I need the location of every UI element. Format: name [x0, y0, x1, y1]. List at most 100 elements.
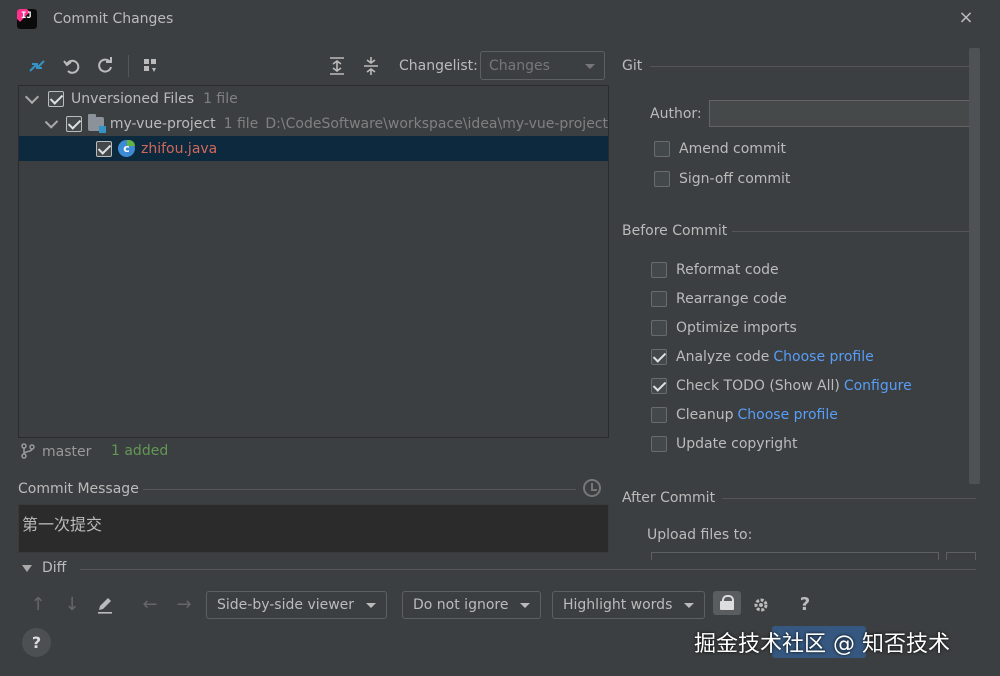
branch-name[interactable]: master [42, 444, 91, 460]
java-class-icon: c [118, 140, 135, 157]
history-icon[interactable] [583, 479, 601, 497]
title-bar: IJ Commit Changes × [0, 0, 1000, 40]
analyze-code-checkbox[interactable] [651, 349, 667, 365]
rearrange-code-checkbox[interactable] [651, 291, 667, 307]
upload-target-dropdown[interactable] [651, 552, 939, 560]
signoff-commit-checkbox[interactable] [654, 171, 670, 187]
divider [722, 498, 976, 499]
update-copyright-checkbox[interactable] [651, 436, 667, 452]
rearrange-code-label: Rearrange code [676, 291, 787, 307]
chevron-down-icon[interactable] [22, 564, 32, 572]
highlight-mode-dropdown[interactable]: Highlight words [552, 591, 706, 619]
amend-commit-checkbox[interactable] [654, 141, 670, 157]
intellij-logo-icon: IJ [17, 9, 37, 29]
folder-checkbox[interactable] [66, 115, 83, 132]
tree-node-unversioned[interactable]: Unversioned Files 1 file [19, 86, 608, 111]
changelist-dropdown[interactable]: Changes [480, 51, 605, 80]
tree-node-folder[interactable]: my-vue-project 1 file D:\CodeSoftware\wo… [19, 111, 608, 136]
window-title: Commit Changes [53, 11, 174, 27]
cleanup-choose-profile-link[interactable]: Choose profile [738, 407, 838, 423]
file-checkbox[interactable] [96, 140, 112, 157]
changelist-label: Changelist: [399, 58, 478, 74]
option-optimize-imports[interactable]: Optimize imports [651, 320, 797, 336]
viewer-mode-value: Side-by-side viewer [217, 597, 355, 613]
divider [650, 66, 976, 67]
divider [80, 569, 976, 570]
ignore-whitespace-value: Do not ignore [413, 597, 509, 613]
git-section-title: Git [622, 58, 643, 74]
option-update-copyright[interactable]: Update copyright [651, 436, 797, 452]
check-todo-checkbox[interactable] [651, 378, 667, 394]
arrow-up-icon[interactable]: ↑ [29, 596, 47, 614]
analyze-code-label: Analyze code [676, 349, 770, 365]
chevron-down-icon [366, 602, 377, 608]
diff-toggle[interactable]: Diff [22, 560, 66, 576]
toolbar-separator [128, 55, 129, 77]
analyze-choose-profile-link[interactable]: Choose profile [773, 349, 873, 365]
refresh-icon[interactable] [95, 56, 115, 76]
branch-icon[interactable] [21, 443, 35, 459]
cleanup-checkbox[interactable] [651, 407, 667, 423]
help-button[interactable]: ? [22, 628, 51, 657]
unversioned-label: Unversioned Files [71, 90, 195, 107]
amend-commit-option[interactable]: Amend commit [654, 141, 786, 157]
check-todo-label: Check TODO (Show All) [676, 378, 840, 394]
option-reformat-code[interactable]: Reformat code [651, 262, 779, 278]
commit-message-label: Commit Message [18, 481, 139, 497]
viewer-mode-dropdown[interactable]: Side-by-side viewer [206, 591, 388, 619]
chevron-down-icon[interactable] [45, 114, 59, 129]
lock-icon[interactable] [713, 591, 741, 615]
tree-node-file[interactable]: c zhifou.java [19, 136, 608, 161]
unversioned-count: 1 file [203, 90, 238, 107]
gear-icon[interactable] [752, 596, 770, 614]
divider [732, 231, 976, 232]
arrow-right-icon[interactable]: → [175, 596, 193, 614]
before-commit-title: Before Commit [622, 223, 728, 239]
ignore-whitespace-dropdown[interactable]: Do not ignore [402, 591, 542, 619]
chevron-down-icon [585, 64, 595, 69]
option-analyze-code[interactable]: Analyze code Choose profile [651, 349, 874, 365]
update-copyright-label: Update copyright [676, 436, 798, 452]
author-input[interactable] [709, 100, 974, 127]
option-rearrange-code[interactable]: Rearrange code [651, 291, 787, 307]
amend-commit-label: Amend commit [679, 141, 786, 157]
commit-message-input[interactable]: 第一次提交 [18, 504, 609, 553]
option-check-todo[interactable]: Check TODO (Show All) Configure [651, 378, 912, 394]
changelist-value: Changes [489, 58, 550, 74]
chevron-down-icon [684, 602, 695, 608]
right-panel-scrollbar[interactable] [969, 48, 980, 484]
arrow-down-icon[interactable]: ↓ [63, 596, 81, 614]
show-diff-icon[interactable] [27, 56, 47, 76]
close-icon[interactable]: × [957, 9, 975, 27]
folder-label: my-vue-project [109, 115, 216, 132]
cleanup-label: Cleanup [676, 407, 734, 423]
signoff-commit-option[interactable]: Sign-off commit [654, 171, 790, 187]
expand-all-icon[interactable] [327, 56, 347, 76]
arrow-left-icon[interactable]: ← [141, 596, 159, 614]
edit-pencil-icon[interactable] [96, 596, 114, 614]
added-count: 1 added [111, 443, 169, 459]
unversioned-checkbox[interactable] [48, 90, 64, 107]
rollback-icon[interactable] [62, 56, 82, 76]
group-by-icon[interactable] [141, 56, 161, 76]
configure-link[interactable]: Configure [844, 378, 912, 394]
divider [143, 489, 576, 490]
upload-files-label: Upload files to: [647, 527, 753, 543]
optimize-imports-checkbox[interactable] [651, 320, 667, 336]
chevron-down-icon[interactable] [24, 89, 40, 104]
option-cleanup[interactable]: Cleanup Choose profile [651, 407, 838, 423]
collapse-all-icon[interactable] [361, 56, 381, 76]
help-icon[interactable]: ? [796, 596, 814, 614]
highlight-mode-value: Highlight words [563, 597, 673, 613]
folder-icon [87, 113, 106, 133]
after-commit-title: After Commit [622, 490, 716, 506]
reformat-code-checkbox[interactable] [651, 262, 667, 278]
watermark-text: 掘金技术社区 @ 知否技术 [694, 632, 950, 657]
file-label: zhifou.java [141, 140, 218, 157]
signoff-commit-label: Sign-off commit [679, 171, 791, 187]
changes-tree[interactable]: Unversioned Files 1 file my-vue-project … [18, 85, 609, 438]
diff-title: Diff [42, 560, 67, 576]
chevron-down-icon [520, 602, 531, 608]
upload-config-button[interactable] [946, 552, 976, 560]
folder-count: 1 file [223, 115, 259, 132]
